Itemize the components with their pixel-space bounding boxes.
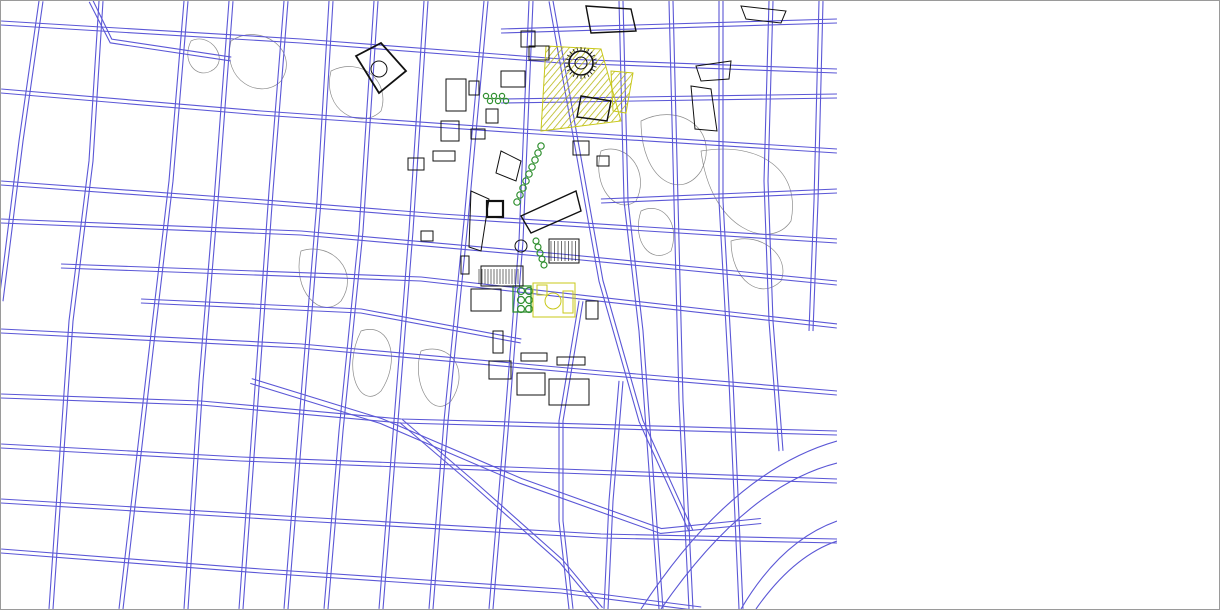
- tree-symbol: [490, 92, 498, 100]
- street-edge: [1, 393, 837, 432]
- plaza-block: [532, 282, 576, 318]
- plaza-outlines: [532, 282, 576, 318]
- tree-symbol: [531, 156, 539, 164]
- street-edge: [808, 1, 820, 331]
- expressway-edge: [755, 540, 837, 609]
- street-edge: [428, 1, 485, 609]
- street-edge: [140, 302, 521, 344]
- tree-symbol: [513, 198, 521, 206]
- street-edge: [1, 184, 837, 244]
- street-edge: [1, 24, 837, 74]
- street-edge: [767, 1, 784, 451]
- building: [432, 150, 456, 162]
- building: [500, 70, 526, 88]
- contour-line: [187, 38, 220, 74]
- tree-symbol: [516, 191, 524, 199]
- building: [556, 356, 586, 366]
- building: [460, 255, 470, 275]
- building: [585, 300, 599, 320]
- tree-symbol: [486, 97, 494, 105]
- tree-symbol: [498, 92, 506, 100]
- street-edge: [382, 1, 429, 609]
- street-edge: [558, 300, 580, 609]
- tree-symbol: [532, 237, 540, 245]
- tree-symbol: [494, 97, 502, 105]
- street-edge: [141, 298, 522, 340]
- street-edge: [378, 1, 425, 609]
- building: [488, 360, 512, 380]
- tree-symbol: [534, 243, 542, 251]
- tree-symbol: [525, 170, 533, 178]
- street-edge: [1, 397, 837, 436]
- building: [468, 80, 480, 96]
- street-edge: [2, 1, 44, 302]
- building: [690, 85, 718, 132]
- street-edge: [1, 443, 837, 480]
- street-edge: [603, 380, 620, 609]
- tree-symbol: [536, 249, 544, 257]
- street-edge: [92, 1, 232, 58]
- street-edge: [1, 447, 837, 484]
- street-edge: [1, 552, 690, 609]
- contour-line: [598, 148, 641, 206]
- street-edge: [432, 1, 489, 609]
- park-hatch: [610, 70, 634, 114]
- street-edge: [323, 1, 375, 609]
- green-block: [512, 285, 532, 313]
- street-edge: [607, 381, 624, 609]
- street-map-canvas[interactable]: [1, 1, 837, 609]
- contour-line: [352, 329, 392, 397]
- building: [495, 150, 522, 182]
- street-edge: [48, 1, 100, 609]
- street-edge: [562, 301, 584, 609]
- street-edge: [1, 332, 837, 396]
- building: [485, 108, 499, 124]
- street-edge: [1, 498, 837, 540]
- street-edge: [1, 222, 837, 286]
- building: [420, 230, 434, 242]
- tree-symbol: [537, 142, 545, 150]
- building: [470, 288, 502, 312]
- tower-block: [485, 199, 505, 219]
- park-hatch: [540, 45, 622, 132]
- street-edge: [52, 1, 104, 609]
- empty-viewport-area: [837, 1, 1219, 609]
- contour-line: [730, 238, 784, 290]
- expressway-edge: [740, 520, 837, 609]
- street-edge: [1, 1, 40, 290]
- cad-viewport[interactable]: [0, 0, 1220, 610]
- terrain-contours: [187, 34, 793, 407]
- tree-symbol: [534, 149, 542, 157]
- street-edge: [60, 267, 837, 329]
- tree-symbol: [528, 163, 536, 171]
- building: [407, 157, 425, 171]
- building: [520, 352, 548, 362]
- street-edge: [1, 548, 702, 608]
- tree-symbol: [540, 261, 548, 269]
- tree-symbol: [538, 255, 546, 263]
- tree-symbol: [482, 92, 490, 100]
- building: [516, 372, 546, 396]
- building: [445, 78, 467, 112]
- contour-line: [329, 66, 384, 120]
